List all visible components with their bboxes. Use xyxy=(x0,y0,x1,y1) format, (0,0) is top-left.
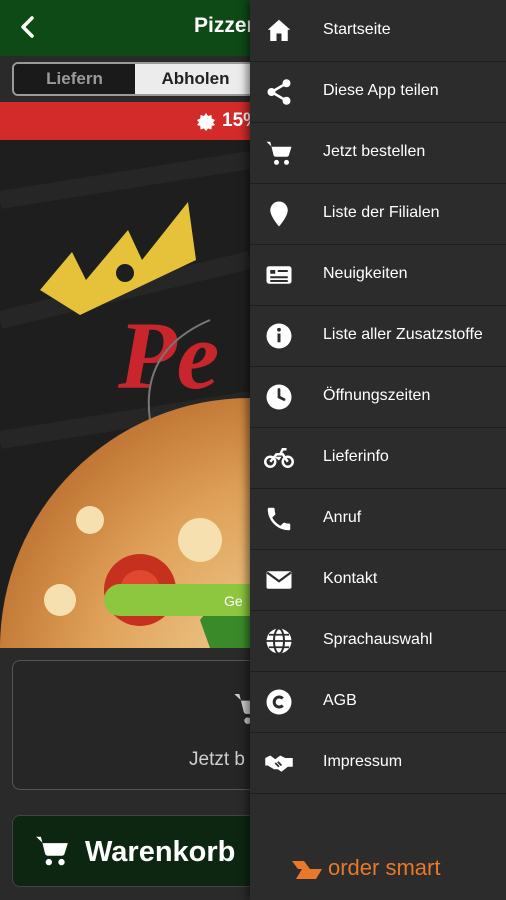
clock-icon xyxy=(266,384,292,410)
globe-icon xyxy=(266,627,292,655)
hero-image: Pe pi Ge xyxy=(0,140,250,648)
navigation-drawer: Startseite Diese App teilen Jetzt bestel… xyxy=(250,0,506,900)
menu-item-label: Anruf xyxy=(323,509,362,526)
restaurant-logo: Pe pi Ge xyxy=(0,140,250,648)
back-arrow-icon[interactable] xyxy=(14,12,44,42)
menu-item-label: AGB xyxy=(323,692,357,709)
motorbike-icon xyxy=(264,448,294,468)
order-smart-logo: order smart xyxy=(290,855,470,885)
delivery-mode-toggle: Liefern Abholen xyxy=(12,62,258,96)
menu-item-startseite[interactable]: Startseite xyxy=(250,0,506,62)
home-icon xyxy=(267,19,291,41)
menu-item-lieferinfo[interactable]: Lieferinfo xyxy=(250,427,506,489)
svg-text:Pe: Pe xyxy=(117,302,219,409)
menu-item-zusatzstoffe[interactable]: Liste aller Zusatzstoffe xyxy=(250,305,506,367)
hero-cta-label: Ge xyxy=(224,593,243,609)
order-smart-logo-icon xyxy=(292,861,322,879)
menu-item-agb[interactable]: AGB xyxy=(250,671,506,733)
menu-item-app-teilen[interactable]: Diese App teilen xyxy=(250,61,506,123)
order-now-card[interactable]: Jetzt b xyxy=(12,660,272,790)
menu-item-filialen[interactable]: Liste der Filialen xyxy=(250,183,506,245)
menu-item-neuigkeiten[interactable]: Neuigkeiten xyxy=(250,244,506,306)
menu-item-label: Lieferinfo xyxy=(323,448,389,465)
discount-badge-icon xyxy=(197,113,215,131)
menu-item-kontakt[interactable]: Kontakt xyxy=(250,549,506,611)
menu-item-impressum[interactable]: Impressum xyxy=(250,732,506,794)
info-icon xyxy=(266,323,292,349)
location-pin-icon xyxy=(270,201,288,227)
menu-item-label: Startseite xyxy=(323,21,391,38)
phone-icon xyxy=(267,507,291,531)
cart-button[interactable]: Warenkorb xyxy=(12,815,272,887)
menu-item-label: Liste aller Zusatzstoffe xyxy=(323,326,483,343)
share-icon xyxy=(267,79,291,105)
copyright-icon xyxy=(266,689,292,715)
cart-icon xyxy=(266,141,292,165)
menu-item-bestellen[interactable]: Jetzt bestellen xyxy=(250,122,506,184)
order-now-text: Jetzt b xyxy=(189,749,245,770)
order-smart-brand: order smart xyxy=(328,855,441,880)
menu-item-oeffnungszeiten[interactable]: Öffnungszeiten xyxy=(250,366,506,428)
cart-label: Warenkorb xyxy=(85,836,236,868)
menu-item-anruf[interactable]: Anruf xyxy=(250,488,506,550)
menu-item-label: Diese App teilen xyxy=(323,82,439,99)
menu-item-sprachauswahl[interactable]: Sprachauswahl xyxy=(250,610,506,672)
menu-item-label: Liste der Filialen xyxy=(323,204,440,221)
page-title: Pizzer xyxy=(194,14,255,37)
tab-abholen[interactable]: Abholen xyxy=(135,64,256,94)
mail-icon xyxy=(266,571,292,589)
menu-item-label: Jetzt bestellen xyxy=(323,143,426,160)
handshake-icon xyxy=(265,755,293,772)
menu-item-label: Neuigkeiten xyxy=(323,265,408,282)
menu-item-label: Kontakt xyxy=(323,570,378,587)
tab-liefern[interactable]: Liefern xyxy=(14,64,135,94)
menu-item-label: Öffnungszeiten xyxy=(323,387,431,404)
menu-item-label: Sprachauswahl xyxy=(323,631,433,648)
menu-item-label: Impressum xyxy=(323,753,403,770)
cart-icon xyxy=(36,836,68,866)
news-icon xyxy=(266,266,292,284)
